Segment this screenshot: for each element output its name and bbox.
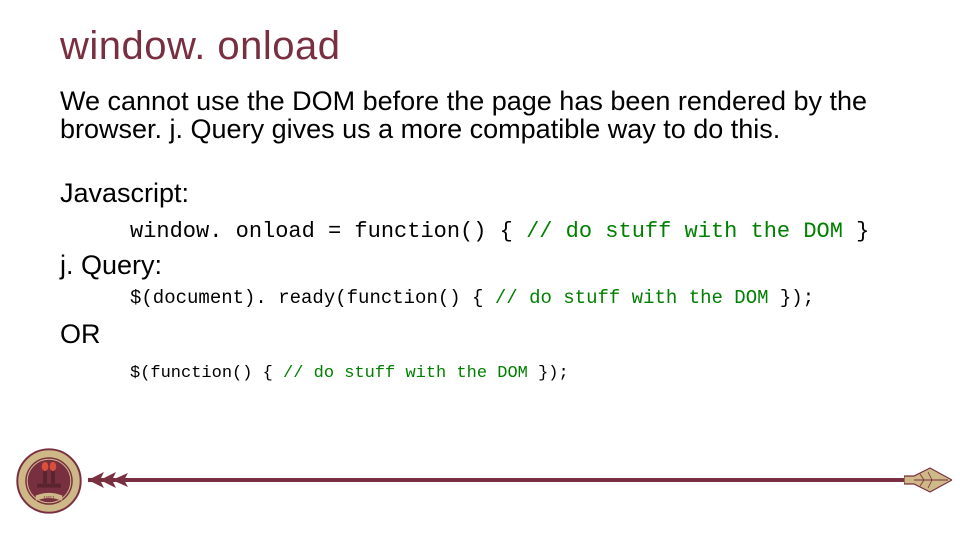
fsu-seal-icon: 1851 [16, 448, 82, 514]
code-text: $(document). ready(function() { [130, 287, 495, 309]
seal-year-text: 1851 [43, 496, 55, 502]
code-snippet-jquery-2: $(function() { // do stuff with the DOM … [130, 364, 900, 383]
code-snippet-jquery-1: $(document). ready(function() { // do st… [130, 287, 900, 309]
jquery-label: j. Query: [60, 250, 900, 281]
code-text: }); [780, 287, 814, 309]
code-text: }); [538, 364, 569, 383]
spear-line [88, 472, 952, 488]
code-comment: // do stuff with the DOM [283, 364, 538, 383]
slide: window. onload We cannot use the DOM bef… [0, 0, 960, 540]
or-label: OR [60, 319, 900, 350]
code-text: window. onload = function() { [130, 219, 526, 244]
intro-paragraph: We cannot use the DOM before the page ha… [60, 87, 890, 144]
javascript-label: Javascript: [60, 178, 900, 209]
code-text: } [856, 219, 869, 244]
code-snippet-js: window. onload = function() { // do stuf… [130, 219, 900, 244]
spear-shaft [88, 478, 908, 482]
code-comment: // do stuff with the DOM [526, 219, 856, 244]
spearhead-icon [904, 466, 952, 494]
slide-title: window. onload [60, 24, 900, 69]
code-text: $(function() { [130, 364, 283, 383]
code-comment: // do stuff with the DOM [495, 287, 780, 309]
footer-decoration: 1851 [0, 442, 960, 512]
